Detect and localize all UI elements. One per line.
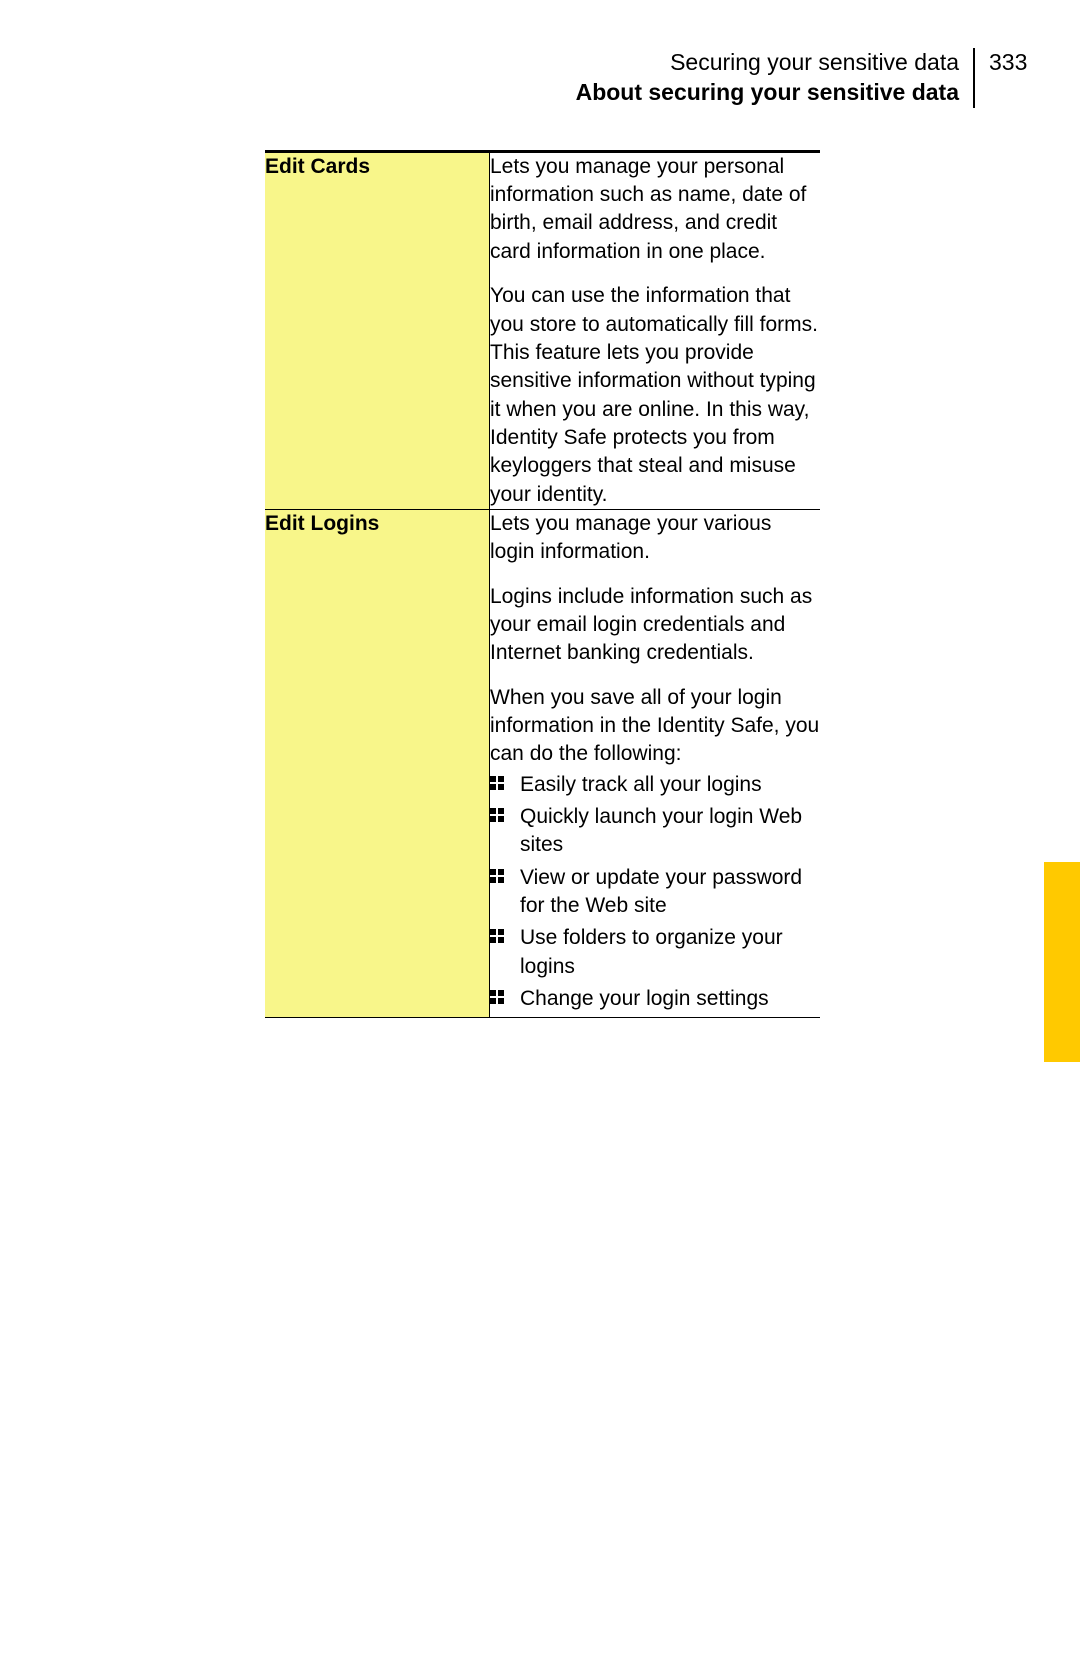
feature-name: Edit Logins [265, 509, 490, 1018]
squares-bullet-icon [490, 776, 504, 790]
chapter-title: Securing your sensitive data [576, 48, 959, 78]
feature-table-wrap: Edit Cards Lets you manage your personal… [265, 150, 820, 1019]
page-number: 333 [975, 48, 1035, 78]
list-item-text: View or update your password for the Web… [520, 866, 802, 917]
section-title: About securing your sensitive data [576, 78, 959, 108]
paragraph-with-list: When you save all of your login informat… [490, 684, 820, 1014]
feature-name: Edit Cards [265, 151, 490, 509]
list-lead-in: When you save all of your login informat… [490, 684, 820, 769]
list-item: Easily track all your logins [490, 771, 820, 799]
list-item-text: Use folders to organize your logins [520, 926, 783, 977]
table-row: Edit Cards Lets you manage your personal… [265, 151, 820, 509]
feature-description: Lets you manage your various login infor… [490, 509, 821, 1018]
list-item: Use folders to organize your logins [490, 924, 820, 981]
table-row: Edit Logins Lets you manage your various… [265, 509, 820, 1018]
list-item-text: Easily track all your logins [520, 773, 762, 796]
section-side-tab [1044, 862, 1080, 1062]
squares-bullet-icon [490, 869, 504, 883]
header-text-block: Securing your sensitive data About secur… [576, 48, 975, 108]
squares-bullet-icon [490, 808, 504, 822]
bullet-list: Easily track all your logins Quickly lau… [490, 771, 820, 1014]
document-page: Securing your sensitive data About secur… [0, 0, 1080, 1680]
feature-table: Edit Cards Lets you manage your personal… [265, 150, 820, 1019]
squares-bullet-icon [490, 990, 504, 1004]
feature-description: Lets you manage your personal informatio… [490, 151, 821, 509]
paragraph: Logins include information such as your … [490, 583, 820, 668]
squares-bullet-icon [490, 929, 504, 943]
paragraph: You can use the information that you sto… [490, 282, 820, 509]
list-item-text: Quickly launch your login Web sites [520, 805, 802, 856]
list-item-text: Change your login settings [520, 987, 769, 1010]
list-item: Quickly launch your login Web sites [490, 803, 820, 860]
page-header: Securing your sensitive data About secur… [265, 48, 1035, 108]
list-item: View or update your password for the Web… [490, 864, 820, 921]
list-item: Change your login settings [490, 985, 820, 1013]
paragraph: Lets you manage your personal informatio… [490, 153, 820, 266]
paragraph: Lets you manage your various login infor… [490, 510, 820, 567]
